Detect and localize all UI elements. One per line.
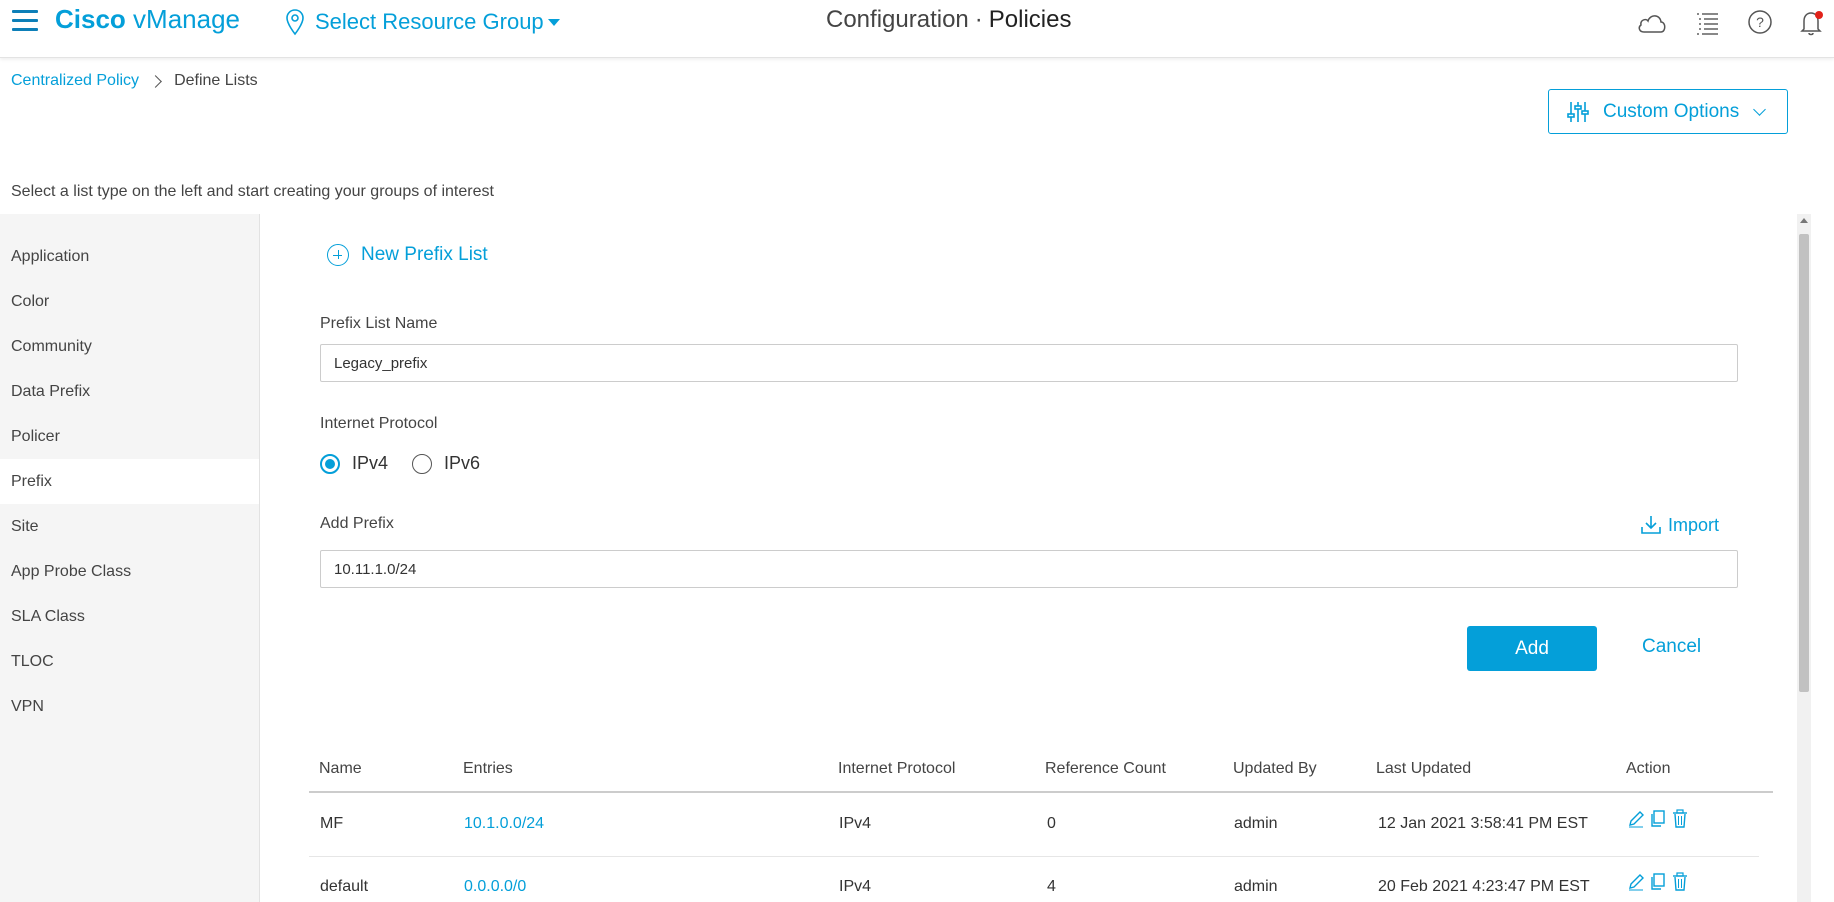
- sidebar-item-community[interactable]: Community: [0, 324, 259, 369]
- list-type-sidebar: Application Color Community Data Prefix …: [0, 214, 260, 902]
- ipv4-label[interactable]: IPv4: [352, 453, 388, 474]
- column-header-updated-by[interactable]: Updated By: [1233, 760, 1317, 778]
- page-title-separator: ·: [974, 6, 983, 33]
- row-protocol: IPv4: [839, 878, 872, 895]
- svg-text:?: ?: [1756, 14, 1764, 30]
- copy-icon[interactable]: [1649, 872, 1667, 892]
- download-icon: [1641, 516, 1661, 534]
- row-entries-link[interactable]: 10.1.0.0/24: [464, 815, 544, 833]
- sliders-icon: [1567, 101, 1589, 122]
- cancel-button[interactable]: Cancel: [1642, 636, 1701, 658]
- sidebar-item-tloc[interactable]: TLOC: [0, 639, 259, 684]
- page-title-current: Policies: [988, 6, 1072, 33]
- row-name: default: [320, 878, 369, 895]
- cloud-icon[interactable]: [1636, 8, 1666, 38]
- import-label: Import: [1668, 514, 1720, 535]
- sidebar-item-vpn[interactable]: VPN: [0, 684, 259, 729]
- sidebar-item-app-probe-class[interactable]: App Probe Class: [0, 549, 259, 594]
- column-header-action: Action: [1626, 760, 1671, 777]
- prefix-list-name-input[interactable]: [320, 344, 1738, 382]
- table-row: MF 10.1.0.0/24 IPv4 0 admin 12 Jan 2021 …: [309, 795, 1759, 857]
- sidebar-item-data-prefix[interactable]: Data Prefix: [0, 369, 259, 414]
- chevron-down-icon: [1753, 102, 1767, 116]
- resource-group-label: Select Resource Group: [315, 9, 544, 34]
- column-header-reference-count[interactable]: Reference Count: [1045, 760, 1166, 778]
- intro-text: Select a list type on the left and start…: [11, 183, 494, 200]
- page-title: Configuration · Policies: [826, 6, 1071, 34]
- new-prefix-list-label: New Prefix List: [361, 244, 488, 265]
- sidebar-item-application[interactable]: Application: [0, 234, 259, 279]
- row-entries-link[interactable]: 0.0.0.0/0: [464, 878, 526, 896]
- row-name: MF: [320, 815, 344, 832]
- delete-icon[interactable]: [1671, 809, 1689, 829]
- column-header-entries[interactable]: Entries: [463, 760, 513, 778]
- copy-icon[interactable]: [1649, 809, 1667, 829]
- page-title-section: Configuration: [826, 6, 969, 33]
- table-row: default 0.0.0.0/0 IPv4 4 admin 20 Feb 20…: [309, 858, 1759, 902]
- resource-group-selector[interactable]: Select Resource Group: [285, 5, 560, 39]
- row-reference-count: 0: [1047, 815, 1056, 832]
- sidebar-item-prefix[interactable]: Prefix: [0, 459, 259, 504]
- brand-bold: Cisco: [55, 4, 126, 34]
- menu-icon[interactable]: [12, 10, 38, 32]
- scrollbar-thumb[interactable]: [1799, 234, 1809, 692]
- sidebar-item-sla-class[interactable]: SLA Class: [0, 594, 259, 639]
- row-actions: [1627, 809, 1689, 829]
- row-updated-by: admin: [1234, 815, 1278, 832]
- app-brand[interactable]: Cisco vManage: [55, 4, 240, 35]
- bell-icon[interactable]: [1797, 8, 1827, 38]
- location-pin-icon: [286, 9, 304, 36]
- vertical-scrollbar[interactable]: [1797, 214, 1811, 902]
- brand-rest: vManage: [125, 4, 240, 34]
- row-reference-count: 4: [1047, 878, 1056, 895]
- edit-icon[interactable]: [1627, 872, 1645, 892]
- breadcrumb-current: Define Lists: [174, 72, 258, 89]
- internet-protocol-radio-group: IPv4 IPv6: [320, 453, 504, 474]
- prefix-list-name-label: Prefix List Name: [320, 315, 438, 332]
- chevron-right-icon: [149, 74, 162, 88]
- ipv6-radio[interactable]: [412, 453, 433, 474]
- column-header-internet-protocol[interactable]: Internet Protocol: [838, 760, 955, 778]
- new-prefix-list-button[interactable]: New Prefix List: [327, 244, 488, 266]
- ipv4-radio[interactable]: [320, 453, 340, 474]
- caret-down-icon: [547, 18, 560, 26]
- import-button[interactable]: Import: [1640, 514, 1719, 536]
- add-prefix-input[interactable]: [320, 550, 1738, 588]
- scroll-up-arrow-icon[interactable]: [1800, 218, 1808, 223]
- table-header: Name Entries Internet Protocol Reference…: [309, 748, 1773, 793]
- ipv6-label[interactable]: IPv6: [444, 453, 480, 474]
- breadcrumb-centralized-policy[interactable]: Centralized Policy: [11, 72, 139, 90]
- row-last-updated: 20 Feb 2021 4:23:47 PM EST: [1378, 878, 1590, 895]
- list-icon[interactable]: [1694, 8, 1724, 38]
- sidebar-item-policer[interactable]: Policer: [0, 414, 259, 459]
- row-protocol: IPv4: [839, 815, 872, 832]
- delete-icon[interactable]: [1671, 872, 1689, 892]
- row-last-updated: 12 Jan 2021 3:58:41 PM EST: [1378, 815, 1588, 832]
- breadcrumb: Centralized Policy Define Lists: [11, 72, 258, 90]
- sidebar-item-color[interactable]: Color: [0, 279, 259, 324]
- custom-options-button[interactable]: Custom Options: [1548, 89, 1788, 134]
- row-actions: [1627, 872, 1689, 892]
- internet-protocol-label: Internet Protocol: [320, 415, 438, 432]
- help-icon[interactable]: ?: [1745, 8, 1775, 38]
- top-header: Cisco vManage Select Resource Group Conf…: [0, 0, 1834, 58]
- column-header-last-updated[interactable]: Last Updated: [1376, 760, 1471, 778]
- custom-options-label: Custom Options: [1603, 100, 1740, 122]
- row-updated-by: admin: [1234, 878, 1278, 895]
- plus-circle-icon: [327, 244, 349, 266]
- column-header-name[interactable]: Name: [319, 760, 362, 778]
- add-prefix-label: Add Prefix: [320, 515, 394, 532]
- edit-icon[interactable]: [1627, 809, 1645, 829]
- sidebar-item-site[interactable]: Site: [0, 504, 259, 549]
- add-button[interactable]: Add: [1467, 626, 1597, 671]
